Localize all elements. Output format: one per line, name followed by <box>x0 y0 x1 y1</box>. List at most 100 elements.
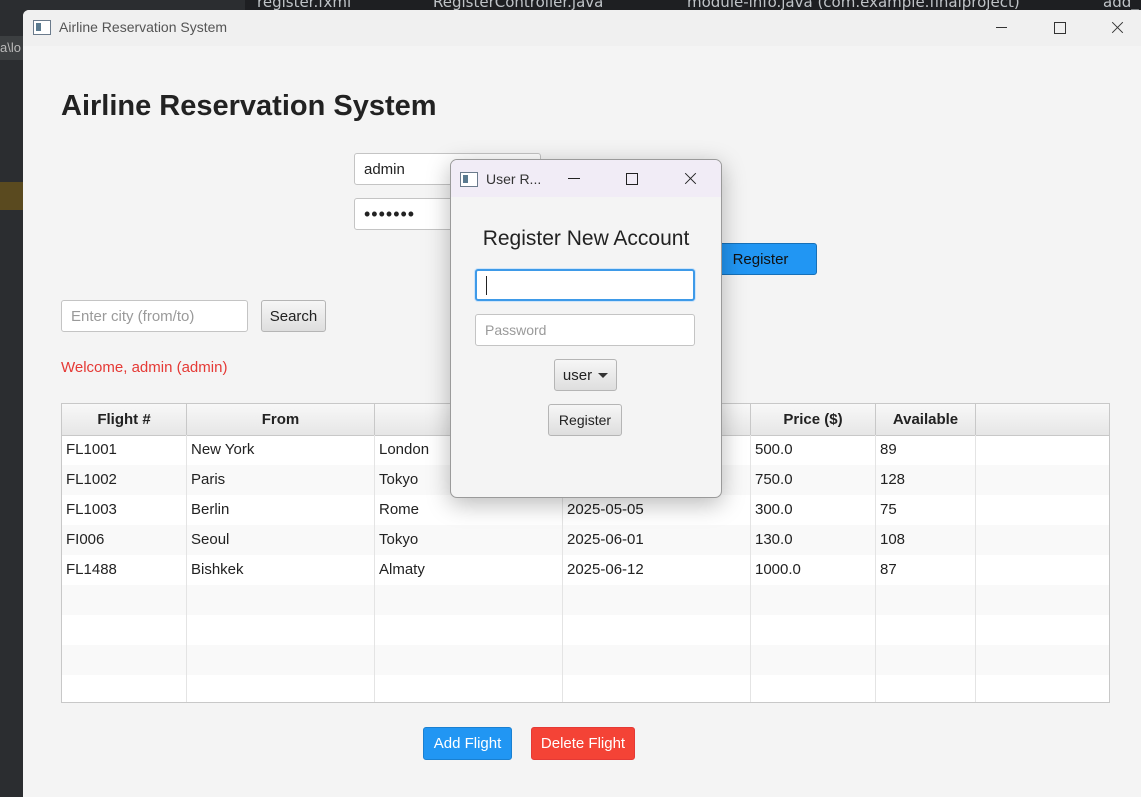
table-cell: FL1003 <box>62 495 187 525</box>
table-cell <box>563 675 751 702</box>
text-caret <box>486 275 487 295</box>
table-cell: 300.0 <box>751 495 876 525</box>
table-cell <box>976 525 1109 555</box>
table-cell <box>375 675 563 702</box>
ide-tab-register-fxml[interactable]: register.fxml <box>257 0 351 10</box>
table-cell <box>876 645 976 675</box>
table-cell <box>976 435 1109 465</box>
table-cell: 75 <box>876 495 976 525</box>
app-icon <box>33 20 51 35</box>
table-cell <box>62 645 187 675</box>
table-cell: 89 <box>876 435 976 465</box>
table-cell <box>976 645 1109 675</box>
table-cell: 2025-06-01 <box>563 525 751 555</box>
maximize-icon[interactable] <box>1045 14 1073 42</box>
table-cell: Berlin <box>187 495 375 525</box>
search-input[interactable]: Enter city (from/to) <box>61 300 248 332</box>
table-cell: Almaty <box>375 555 563 585</box>
table-row-empty[interactable] <box>62 675 1109 702</box>
table-cell <box>375 615 563 645</box>
ide-tab-strip: register.fxml RegisterController.java mo… <box>245 0 1141 10</box>
window-title: Airline Reservation System <box>59 19 228 35</box>
table-row-empty[interactable] <box>62 615 1109 645</box>
role-dropdown-value: user <box>562 366 593 384</box>
table-cell <box>976 495 1109 525</box>
table-cell <box>62 675 187 702</box>
dialog-titlebar[interactable]: User R... <box>451 160 721 197</box>
column-header-from[interactable]: From <box>187 404 375 435</box>
table-cell: FI006 <box>62 525 187 555</box>
column-header-filler <box>976 404 1109 435</box>
table-row-empty[interactable] <box>62 585 1109 615</box>
table-cell <box>876 585 976 615</box>
minimize-icon[interactable] <box>987 14 1015 42</box>
table-cell: 500.0 <box>751 435 876 465</box>
table-cell <box>876 675 976 702</box>
chevron-down-icon <box>598 372 609 378</box>
ide-tab-register-controller[interactable]: RegisterController.java <box>433 0 603 10</box>
table-cell: Rome <box>375 495 563 525</box>
column-header-available[interactable]: Available <box>876 404 976 435</box>
table-cell <box>976 675 1109 702</box>
table-cell: 750.0 <box>751 465 876 495</box>
dialog-register-button[interactable]: Register <box>548 404 622 436</box>
table-cell <box>375 645 563 675</box>
dialog-heading: Register New Account <box>482 227 690 250</box>
table-row-empty[interactable] <box>62 645 1109 675</box>
table-cell <box>876 615 976 645</box>
table-cell <box>563 645 751 675</box>
table-cell <box>751 615 876 645</box>
add-flight-button[interactable]: Add Flight <box>423 727 512 760</box>
table-cell <box>751 585 876 615</box>
table-cell <box>976 555 1109 585</box>
table-cell: Tokyo <box>375 525 563 555</box>
table-cell <box>187 615 375 645</box>
table-row[interactable]: FL1003 Berlin Rome 2025-05-05 300.0 75 <box>62 495 1109 525</box>
main-titlebar[interactable]: Airline Reservation System <box>23 10 1141 46</box>
close-icon[interactable] <box>1103 14 1131 42</box>
table-cell: Seoul <box>187 525 375 555</box>
table-cell: 2025-06-12 <box>563 555 751 585</box>
table-cell: 130.0 <box>751 525 876 555</box>
new-password-field[interactable]: Password <box>475 314 695 346</box>
column-header-price[interactable]: Price ($) <box>751 404 876 435</box>
table-cell <box>187 585 375 615</box>
table-row[interactable]: FL1488 Bishkek Almaty 2025-06-12 1000.0 87 <box>62 555 1109 585</box>
table-cell <box>563 585 751 615</box>
table-cell: 2025-05-05 <box>563 495 751 525</box>
page-title: Airline Reservation System <box>61 90 437 122</box>
table-cell <box>976 615 1109 645</box>
table-cell: 128 <box>876 465 976 495</box>
search-button[interactable]: Search <box>261 300 326 332</box>
table-cell: Bishkek <box>187 555 375 585</box>
table-cell: New York <box>187 435 375 465</box>
new-username-field[interactable] <box>475 269 695 301</box>
table-cell <box>375 585 563 615</box>
welcome-message: Welcome, admin (admin) <box>61 359 228 376</box>
table-cell: 108 <box>876 525 976 555</box>
table-cell <box>563 615 751 645</box>
ide-tab-add[interactable]: add_ <box>1103 0 1139 10</box>
dialog-close-icon[interactable] <box>676 165 704 193</box>
table-cell <box>976 585 1109 615</box>
table-cell: 87 <box>876 555 976 585</box>
ide-tab-module-info[interactable]: module-info.java (com.example.finalproje… <box>687 0 1020 10</box>
table-cell: FL1488 <box>62 555 187 585</box>
table-row[interactable]: FI006 Seoul Tokyo 2025-06-01 130.0 108 <box>62 525 1109 555</box>
table-cell <box>187 675 375 702</box>
dialog-minimize-icon[interactable] <box>560 165 588 193</box>
ide-left-panel: a\lo <box>0 0 23 797</box>
dialog-app-icon <box>460 172 478 187</box>
ide-highlight-marker <box>0 182 23 210</box>
dialog-maximize-icon[interactable] <box>618 165 646 193</box>
table-cell: 1000.0 <box>751 555 876 585</box>
delete-flight-button[interactable]: Delete Flight <box>531 727 635 760</box>
column-header-flight[interactable]: Flight # <box>62 404 187 435</box>
table-cell <box>62 585 187 615</box>
register-dialog: User R... Register New Account Password … <box>450 159 722 498</box>
table-cell <box>62 615 187 645</box>
table-cell <box>187 645 375 675</box>
ide-path-fragment: a\lo <box>0 36 23 60</box>
role-dropdown[interactable]: user <box>554 359 617 391</box>
table-cell: FL1002 <box>62 465 187 495</box>
